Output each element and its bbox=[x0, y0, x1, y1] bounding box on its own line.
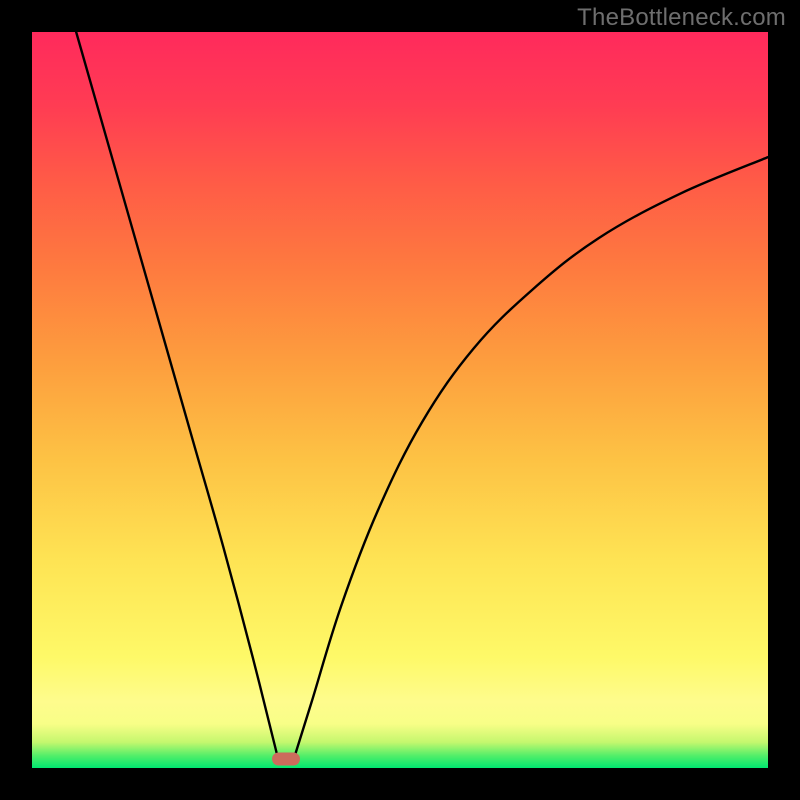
plot-area bbox=[32, 32, 768, 768]
chart-frame: TheBottleneck.com bbox=[0, 0, 800, 800]
optimal-point-marker bbox=[272, 753, 300, 766]
bottleneck-curve bbox=[32, 32, 768, 768]
watermark-text: TheBottleneck.com bbox=[577, 4, 786, 32]
curve-left-branch bbox=[76, 32, 278, 761]
curve-right-branch bbox=[293, 157, 768, 761]
